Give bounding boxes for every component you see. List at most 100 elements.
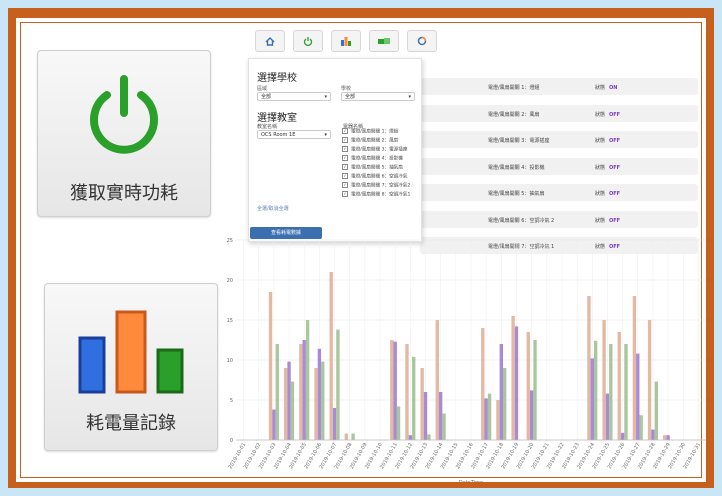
chart-bar bbox=[408, 435, 413, 440]
device-state-label: 狀態 bbox=[595, 85, 606, 91]
chevron-down-icon: ▾ bbox=[324, 132, 327, 138]
device-name: 電燈/風扇開關 6：空調冷氣 2 bbox=[488, 217, 555, 224]
chart-bar bbox=[321, 361, 325, 440]
device-state: 狀態 OFF bbox=[595, 190, 620, 197]
checkbox-check-icon: ✓ bbox=[342, 164, 348, 170]
power-history-button[interactable]: 耗電量記錄 bbox=[44, 283, 218, 451]
school-heading: 選擇學校 bbox=[257, 73, 297, 84]
chevron-down-icon: ▾ bbox=[408, 94, 411, 100]
chart-bar bbox=[314, 368, 318, 440]
chart-bar bbox=[529, 390, 534, 440]
chart-bar bbox=[533, 340, 537, 440]
device-checkbox[interactable]: ✓ 電燈/風扇開關 3：電源插座 bbox=[342, 146, 407, 153]
home-icon bbox=[265, 36, 275, 46]
history-button[interactable] bbox=[331, 30, 361, 52]
device-checkbox[interactable]: ✓ 電燈/風扇開關 8：空調冷氣1 bbox=[342, 191, 410, 198]
chart-bar bbox=[420, 368, 424, 440]
device-checkbox[interactable]: ✓ 電燈/風扇開關 7：空調冷氣2 bbox=[342, 182, 410, 189]
device-state-value: OFF bbox=[609, 111, 621, 118]
checkbox-check-icon: ✓ bbox=[342, 191, 348, 197]
realtime-button[interactable] bbox=[293, 30, 323, 52]
chart-bar bbox=[605, 393, 610, 440]
y-tick-label: 15 bbox=[227, 318, 233, 324]
chart-bar bbox=[639, 415, 643, 440]
chart-bar bbox=[442, 413, 446, 440]
home-button[interactable] bbox=[255, 30, 285, 52]
device-checkbox[interactable]: ✓ 電燈/風扇開關 1：燈組 bbox=[342, 128, 398, 135]
device-checkbox[interactable]: ✓ 電燈/風扇開關 5：抽氣扇 bbox=[342, 164, 403, 171]
chart-bar bbox=[336, 329, 340, 440]
school-select[interactable]: 全部 ▾ bbox=[341, 92, 415, 101]
device-checkbox[interactable]: ✓ 電燈/風扇開關 4：投影機 bbox=[342, 155, 403, 162]
chart-bar bbox=[332, 408, 337, 440]
chart-bar bbox=[666, 435, 670, 440]
chart-bar bbox=[487, 393, 492, 440]
y-tick-label: 20 bbox=[227, 278, 233, 284]
device-checkbox-label: 電燈/風扇開關 3：電源插座 bbox=[351, 147, 408, 153]
device-checkbox-label: 電燈/風扇開關 4：投影機 bbox=[351, 156, 403, 162]
device-state-value: OFF bbox=[609, 164, 621, 171]
power-icon bbox=[303, 37, 313, 46]
chart-bar bbox=[609, 344, 613, 440]
device-state-value: OFF bbox=[609, 191, 621, 197]
checkbox-check-icon: ✓ bbox=[342, 182, 348, 188]
device-checkbox-label: 電燈/風扇開關 6：空調冷氣 bbox=[351, 174, 408, 180]
y-tick-label: 5 bbox=[230, 398, 233, 404]
chart-bar bbox=[602, 320, 606, 440]
chart-bar bbox=[275, 344, 279, 440]
realtime-power-label: 獲取實時功耗 bbox=[70, 183, 178, 204]
chart-bar bbox=[405, 344, 409, 440]
chart-bar bbox=[284, 368, 288, 440]
select-all-link[interactable]: 全選/取消全選 bbox=[257, 205, 289, 212]
y-tick-label: 10 bbox=[227, 358, 233, 364]
device-checkbox-label: 電燈/風扇開關 2：風扇 bbox=[351, 138, 399, 144]
device-name: 電燈/風扇開關 2：風扇 bbox=[488, 111, 540, 118]
chart-bar bbox=[272, 409, 276, 440]
chart-bar bbox=[412, 356, 416, 440]
chevron-down-icon: ▾ bbox=[324, 94, 327, 100]
chart-bar bbox=[624, 344, 628, 440]
district-value: 全部 bbox=[261, 94, 272, 100]
chart-bar bbox=[663, 435, 667, 440]
chart-bar bbox=[620, 432, 625, 440]
chart-bar bbox=[503, 368, 507, 440]
devices-button[interactable] bbox=[369, 30, 399, 52]
chart-bar bbox=[344, 433, 349, 440]
refresh-button[interactable] bbox=[407, 30, 437, 52]
realtime-power-button[interactable]: 獲取實時功耗 bbox=[37, 50, 211, 217]
chart-bar bbox=[317, 348, 322, 440]
device-checkbox[interactable]: ✓ 電燈/風扇開關 2：風扇 bbox=[342, 137, 398, 144]
chart-bar bbox=[499, 344, 504, 440]
chart-bar bbox=[526, 332, 530, 440]
device-state: 狀態 OFF bbox=[595, 137, 620, 144]
chart-bar bbox=[290, 381, 295, 440]
chart-bar bbox=[427, 434, 431, 440]
device-checkbox-label: 電燈/風扇開關 7：空調冷氣2 bbox=[351, 183, 411, 189]
chart-bar bbox=[305, 320, 310, 440]
device-name: 電燈/風扇開關 4：投影機 bbox=[488, 164, 545, 171]
school-value: 全部 bbox=[345, 94, 356, 100]
district-label: 區域 bbox=[257, 86, 268, 92]
district-select[interactable]: 全部 ▾ bbox=[257, 92, 331, 101]
power-chart: 05101520252019-10-012019-10-022019-10-03… bbox=[227, 238, 706, 482]
classroom-select[interactable]: OCS Room 1E ▾ bbox=[257, 130, 331, 139]
classroom-label: 教室名稱 bbox=[257, 124, 278, 130]
device-name: 電燈/風扇開關 3：電源插座 bbox=[488, 138, 550, 144]
chart-bar bbox=[435, 320, 439, 440]
devices-icon bbox=[378, 37, 390, 44]
device-state-value: OFF bbox=[609, 138, 621, 144]
chart-bar bbox=[511, 316, 515, 440]
chart-bar bbox=[329, 272, 333, 440]
classroom-value: OCS Room 1E bbox=[261, 132, 296, 138]
chart-bar bbox=[287, 361, 291, 440]
chart-bar bbox=[302, 340, 306, 440]
device-state-label: 狀態 bbox=[595, 111, 606, 118]
device-checkbox-label: 電燈/風扇開關 1：燈組 bbox=[351, 129, 399, 135]
device-checkbox[interactable]: ✓ 電燈/風扇開關 6：空調冷氣 bbox=[342, 173, 407, 180]
bar-chart-icon bbox=[341, 36, 351, 46]
chart-bar bbox=[587, 296, 591, 440]
device-state-label: 狀態 bbox=[595, 191, 606, 197]
device-row: 電燈/風扇開關 4：投影機 狀態 OFF bbox=[420, 157, 698, 175]
chart-bar bbox=[590, 358, 594, 440]
device-state-value: OFF bbox=[609, 217, 621, 224]
